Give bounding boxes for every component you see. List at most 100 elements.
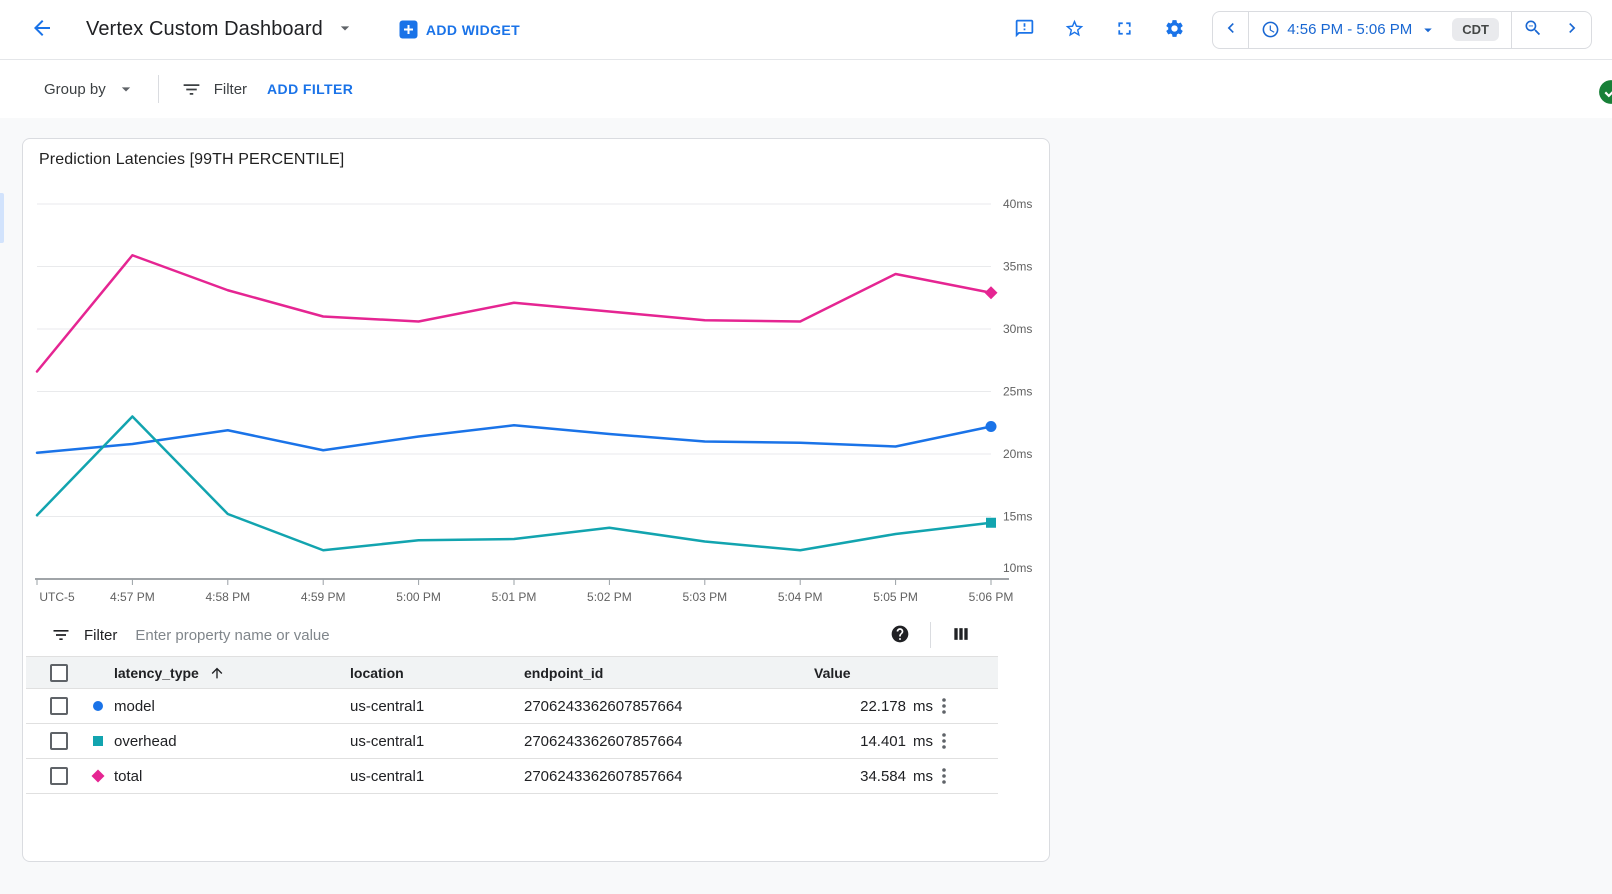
latency-type-cell: overhead — [114, 733, 350, 750]
filter-bar-divider — [930, 622, 931, 648]
column-header-endpoint-id[interactable]: endpoint_id — [524, 665, 814, 681]
kebab-menu-icon — [942, 768, 946, 784]
x-axis-tick-label: 5:03 PM — [682, 590, 727, 604]
kebab-menu-icon — [942, 698, 946, 714]
filter-label: Filter — [214, 81, 247, 98]
row-menu-button[interactable] — [942, 768, 946, 784]
value-cell: 22.178 — [814, 698, 906, 715]
dashboard-switcher[interactable] — [333, 16, 357, 43]
x-axis-tick-label: 5:02 PM — [587, 590, 632, 604]
column-header-location[interactable]: location — [350, 665, 524, 681]
endpoint-id-cell: 2706243362607857664 — [524, 733, 814, 750]
filter-control[interactable]: Filter — [181, 79, 247, 100]
back-arrow-icon — [30, 16, 54, 43]
x-axis-tick-label: 5:06 PM — [969, 590, 1014, 604]
add-widget-button[interactable]: ADD WIDGET — [399, 20, 520, 39]
toolbar-divider — [158, 75, 159, 103]
time-zoom-out-button[interactable] — [1511, 12, 1553, 48]
column-header-value[interactable]: Value — [814, 665, 906, 681]
sort-ascending-icon[interactable] — [209, 665, 225, 681]
series-marker-square-icon — [93, 736, 103, 746]
dropdown-caret-icon — [116, 79, 136, 99]
value-cell: 34.584 — [814, 768, 906, 785]
row-menu-button[interactable] — [942, 733, 946, 749]
add-widget-label: ADD WIDGET — [426, 22, 520, 38]
x-axis-tick-label: 5:01 PM — [492, 590, 537, 604]
add-widget-plus-icon — [399, 20, 418, 39]
dropdown-caret-icon — [335, 18, 355, 41]
column-display-button[interactable] — [949, 622, 973, 649]
fullscreen-button[interactable] — [1112, 16, 1137, 44]
zoom-out-icon — [1523, 18, 1543, 41]
y-axis-tick-label: 30ms — [1003, 322, 1032, 336]
location-cell: us-central1 — [350, 698, 524, 715]
back-button[interactable] — [28, 14, 56, 45]
group-by-dropdown[interactable]: Group by — [44, 79, 136, 99]
x-axis-tick-label: 5:00 PM — [396, 590, 441, 604]
select-all-checkbox[interactable] — [50, 664, 68, 682]
row-checkbox[interactable] — [50, 767, 68, 785]
kebab-menu-icon — [942, 733, 946, 749]
feedback-button[interactable] — [1012, 16, 1037, 44]
unit-cell: ms — [906, 768, 942, 785]
favorite-button[interactable] — [1062, 16, 1087, 44]
table-row: totalus-central1270624336260785766434.58… — [26, 759, 998, 794]
page-title: Vertex Custom Dashboard — [86, 18, 323, 41]
time-range-selector[interactable]: 4:56 PM - 5:06 PM CDT — [1249, 12, 1511, 48]
table-filter-label: Filter — [84, 627, 117, 644]
y-axis-tick-label: 40ms — [1003, 197, 1032, 211]
series-line-model — [37, 425, 991, 453]
series-line-total — [37, 255, 991, 371]
latency-chart-svg: 10ms15ms20ms25ms30ms35ms40msUTC-54:57 PM… — [23, 173, 1051, 609]
table-filter-actions — [888, 622, 973, 649]
unit-cell: ms — [906, 698, 942, 715]
widget-card: Prediction Latencies [99TH PERCENTILE] 1… — [22, 138, 1050, 862]
series-marker-diamond-icon — [91, 769, 104, 782]
chevron-left-icon — [1221, 18, 1241, 41]
row-checkbox[interactable] — [50, 697, 68, 715]
table-row: modelus-central1270624336260785766422.17… — [26, 689, 998, 724]
x-axis-tick-label: 4:59 PM — [301, 590, 346, 604]
location-cell: us-central1 — [350, 768, 524, 785]
row-menu-button[interactable] — [942, 698, 946, 714]
column-display-icon — [951, 624, 971, 647]
timezone-badge: CDT — [1452, 18, 1499, 41]
widget-title: Prediction Latencies [99TH PERCENTILE] — [23, 139, 1049, 173]
clock-icon — [1261, 20, 1280, 39]
series-end-marker-model — [986, 421, 997, 432]
x-axis-tick-label: UTC-5 — [39, 590, 75, 604]
settings-gear-icon — [1164, 18, 1185, 42]
settings-button[interactable] — [1162, 16, 1187, 44]
time-range-control: 4:56 PM - 5:06 PM CDT — [1212, 11, 1592, 49]
group-by-label: Group by — [44, 81, 106, 98]
feedback-icon — [1014, 18, 1035, 42]
x-axis-tick-label: 5:05 PM — [873, 590, 918, 604]
x-axis-tick-label: 5:04 PM — [778, 590, 823, 604]
time-back-button[interactable] — [1213, 12, 1249, 48]
time-caret-icon — [1419, 21, 1437, 39]
add-filter-button[interactable]: ADD FILTER — [267, 81, 353, 97]
time-forward-button[interactable] — [1553, 12, 1591, 48]
y-axis-tick-label: 25ms — [1003, 385, 1032, 399]
series-end-marker-overhead — [986, 518, 996, 528]
dashboard-content: Prediction Latencies [99TH PERCENTILE] 1… — [0, 118, 1612, 894]
help-button[interactable] — [888, 622, 912, 649]
y-axis-tick-label: 15ms — [1003, 510, 1032, 524]
endpoint-id-cell: 2706243362607857664 — [524, 768, 814, 785]
appbar-actions — [1012, 16, 1187, 44]
table-filter-bar: Filter — [23, 614, 1049, 656]
row-checkbox[interactable] — [50, 732, 68, 750]
status-check-icon — [1598, 79, 1612, 105]
y-axis-tick-label: 20ms — [1003, 447, 1032, 461]
y-axis-tick-label: 10ms — [1003, 561, 1032, 575]
latency-type-cell: model — [114, 698, 350, 715]
app-header: Vertex Custom Dashboard ADD WIDGET — [0, 0, 1612, 60]
table-header-row: latency_type location endpoint_id Value — [26, 656, 998, 689]
endpoint-id-cell: 2706243362607857664 — [524, 698, 814, 715]
latency-table: latency_type location endpoint_id Value … — [26, 656, 998, 794]
column-header-latency-type[interactable]: latency_type — [114, 665, 199, 681]
table-filter-input[interactable] — [135, 627, 555, 644]
table-row: overheadus-central1270624336260785766414… — [26, 724, 998, 759]
table-body: modelus-central1270624336260785766422.17… — [26, 689, 998, 794]
time-range-value: 4:56 PM - 5:06 PM — [1287, 21, 1412, 38]
